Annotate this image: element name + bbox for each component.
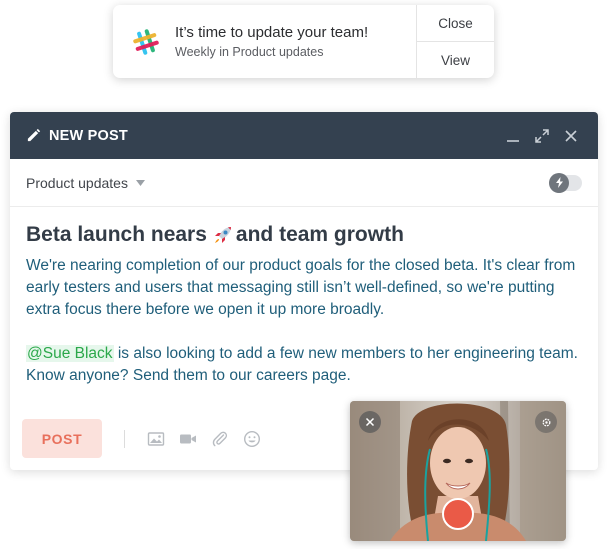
lightning-icon (555, 177, 563, 188)
emoji-icon[interactable] (243, 430, 261, 448)
minimize-button[interactable] (500, 123, 526, 149)
notification-subtitle: Weekly in Product updates (175, 45, 324, 59)
post-title[interactable]: Beta launch nears and team growth (26, 223, 582, 247)
toggle-knob (549, 172, 569, 193)
composer-header: NEW POST (10, 112, 598, 159)
close-icon (565, 129, 577, 142)
expand-button[interactable] (529, 123, 555, 149)
post-paragraph-mention: @Sue Black is also looking to add a few … (26, 343, 582, 387)
composer-toolbar: Product updates (10, 159, 598, 207)
post-title-text-start: Beta launch nears (26, 223, 207, 246)
minimize-icon (507, 139, 519, 142)
lightning-toggle[interactable] (549, 172, 582, 193)
notification-text: It’s time to update your team! Weekly in… (175, 24, 368, 59)
slack-logo-icon (133, 28, 159, 55)
notification-view-button[interactable]: View (417, 41, 494, 78)
rocket-icon (214, 227, 231, 243)
record-button[interactable] (442, 498, 474, 530)
pencil-icon (27, 128, 41, 142)
chevron-down-icon (135, 179, 145, 186)
composer-body[interactable]: Beta launch nears and team growth We're … (10, 207, 598, 387)
notification-content[interactable]: It’s time to update your team! Weekly in… (113, 5, 416, 78)
post-title-text-end: and team growth (235, 223, 404, 246)
close-button[interactable] (558, 123, 584, 149)
notification-title: It’s time to update your team! (175, 24, 369, 41)
footer-divider (124, 429, 125, 448)
post-button[interactable]: POST (22, 419, 102, 458)
composer-title: NEW POST (49, 127, 128, 144)
composer-footer: POST (22, 419, 275, 458)
expand-icon (535, 128, 549, 143)
notification-actions: Close View (416, 5, 494, 78)
notification-toast: It’s time to update your team! Weekly in… (113, 5, 494, 78)
camera-preview (350, 401, 566, 541)
post-paragraph: We're nearing completion of our product … (26, 257, 576, 318)
notification-close-button[interactable]: Close (417, 5, 494, 41)
video-icon[interactable] (179, 430, 197, 448)
channel-select-value: Product updates (26, 174, 128, 191)
user-mention[interactable]: @Sue Black (26, 345, 114, 362)
close-icon (365, 417, 375, 427)
image-icon[interactable] (147, 430, 165, 448)
gear-icon (542, 418, 550, 426)
channel-select[interactable]: Product updates (26, 175, 145, 191)
camera-settings-button[interactable] (535, 411, 557, 433)
attachment-icon[interactable] (211, 430, 229, 448)
camera-close-button[interactable] (359, 411, 381, 433)
